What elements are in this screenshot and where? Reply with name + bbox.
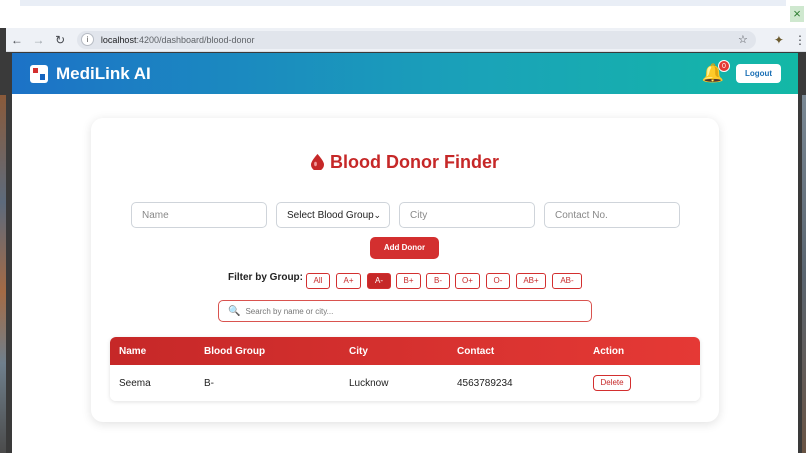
delete-button[interactable]: Delete	[593, 375, 631, 391]
filter-a-pos-button[interactable]: A+	[336, 273, 361, 289]
column-header-city: City	[349, 345, 368, 357]
close-icon[interactable]: ×	[790, 6, 804, 22]
filter-a-neg-button[interactable]: A-	[367, 273, 391, 289]
bookmark-star-icon[interactable]: ☆	[738, 33, 748, 46]
blood-drop-icon	[311, 154, 324, 170]
desktop-wallpaper-left	[0, 95, 6, 453]
browser-toolbar: ← → ↻ i localhost:4200/dashboard/blood-d…	[6, 28, 806, 52]
filter-label: Filter by Group:	[228, 272, 303, 283]
site-info-icon[interactable]: i	[80, 33, 94, 46]
page-title: Blood Donor Finder	[330, 152, 499, 172]
address-bar[interactable]: i localhost:4200/dashboard/blood-donor ☆	[76, 30, 756, 49]
filter-b-pos-button[interactable]: B+	[396, 273, 421, 289]
medilink-logo-icon	[30, 64, 48, 83]
cell-name: Seema	[119, 377, 151, 389]
forward-arrow-icon[interactable]: →	[28, 29, 50, 51]
donor-table: Name Blood Group City Contact Action See…	[110, 337, 700, 401]
cell-city: Lucknow	[349, 377, 389, 389]
chevron-down-icon: ⌄	[373, 210, 381, 220]
brand-name: MediLink AI	[56, 63, 151, 83]
search-placeholder: Search by name or city...	[245, 306, 334, 316]
search-input[interactable]: 🔍 Search by name or city...	[218, 300, 592, 322]
app-header: MediLink AI 🔔 0 Logout	[12, 53, 798, 94]
table-header: Name Blood Group City Contact Action	[110, 337, 700, 365]
url-host: localhost	[100, 34, 137, 45]
donor-finder-card: Blood Donor Finder Select Blood Group ⌄ …	[91, 118, 719, 422]
back-arrow-icon[interactable]: ←	[6, 29, 28, 51]
logout-button[interactable]: Logout	[736, 64, 781, 83]
blood-group-selected: Select Blood Group	[287, 209, 374, 221]
url-text[interactable]: localhost:4200/dashboard/blood-donor	[101, 35, 255, 45]
filter-ab-neg-button[interactable]: AB-	[552, 273, 582, 289]
cell-contact: 4563789234	[457, 377, 513, 389]
reload-icon[interactable]: ↻	[49, 29, 71, 51]
browser-menu-icon[interactable]: ⋮	[794, 33, 806, 47]
filter-ab-pos-button[interactable]: AB+	[516, 273, 546, 289]
desktop-wallpaper-right	[802, 95, 806, 453]
cell-action: Delete	[593, 375, 700, 391]
extension-icon[interactable]: ✦	[774, 33, 784, 47]
filter-o-neg-button[interactable]: O-	[486, 273, 510, 289]
column-header-blood-group: Blood Group	[204, 345, 266, 357]
title-row: Blood Donor Finder	[91, 152, 719, 173]
tab-strip	[20, 0, 786, 6]
page-body: Blood Donor Finder Select Blood Group ⌄ …	[12, 94, 798, 453]
notification-badge: 0	[718, 60, 730, 72]
blood-group-select[interactable]: Select Blood Group ⌄	[276, 202, 390, 228]
table-row: Seema B- Lucknow 4563789234 Delete	[110, 365, 700, 401]
search-icon: 🔍	[228, 305, 241, 317]
filter-b-neg-button[interactable]: B-	[426, 273, 450, 289]
desktop-top	[0, 0, 806, 28]
column-header-contact: Contact	[457, 345, 495, 357]
add-donor-button[interactable]: Add Donor	[370, 237, 439, 259]
column-header-action: Action	[593, 345, 625, 357]
cell-blood-group: B-	[204, 377, 214, 389]
filter-o-pos-button[interactable]: O+	[455, 273, 480, 289]
url-path: :4200/dashboard/blood-donor	[136, 34, 255, 45]
name-input[interactable]	[131, 202, 267, 228]
column-header-name: Name	[119, 345, 147, 357]
contact-input[interactable]	[544, 202, 680, 228]
filter-all-button[interactable]: All	[306, 273, 330, 289]
city-input[interactable]	[399, 202, 535, 228]
